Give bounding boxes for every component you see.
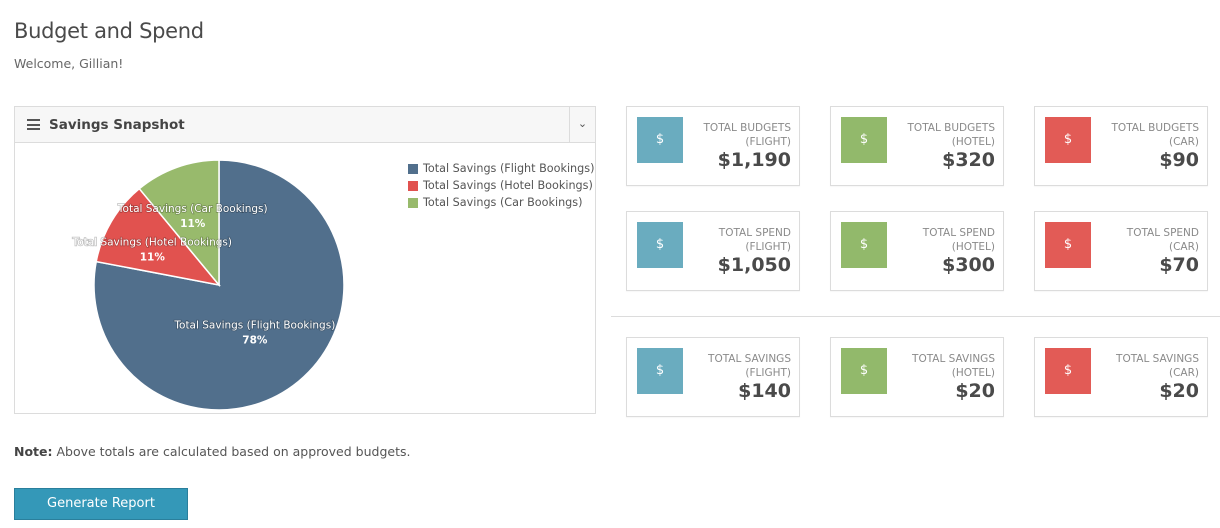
legend-item-flight[interactable]: Total Savings (Flight Bookings) bbox=[408, 160, 594, 177]
welcome-message: Welcome, Gillian! bbox=[14, 56, 124, 71]
card-value: $1,050 bbox=[717, 254, 791, 276]
panel-title: Savings Snapshot bbox=[49, 117, 185, 133]
pie-percent-flight: 78% bbox=[242, 334, 268, 346]
card-label: TOTAL BUDGETS (FLIGHT) bbox=[703, 122, 791, 148]
card-label: TOTAL BUDGETS (HOTEL) bbox=[907, 122, 995, 148]
card-total-savings-car: $ TOTAL SAVINGS (CAR) $20 bbox=[1034, 337, 1208, 417]
card-total-budgets-car: $ TOTAL BUDGETS (CAR) $90 bbox=[1034, 106, 1208, 186]
panel-header: Savings Snapshot ⌄ bbox=[15, 107, 595, 143]
dollar-icon: $ bbox=[841, 117, 887, 163]
card-label: TOTAL BUDGETS (CAR) bbox=[1111, 122, 1199, 148]
dollar-icon: $ bbox=[637, 348, 683, 394]
card-label: TOTAL SPEND (HOTEL) bbox=[922, 227, 995, 253]
legend-swatch-car bbox=[408, 197, 418, 208]
hamburger-menu-icon[interactable] bbox=[27, 119, 40, 130]
legend-item-hotel[interactable]: Total Savings (Hotel Bookings) bbox=[408, 177, 594, 194]
section-divider bbox=[611, 316, 1220, 317]
card-total-spend-flight: $ TOTAL SPEND (FLIGHT) $1,050 bbox=[626, 211, 800, 291]
dollar-icon: $ bbox=[1045, 117, 1091, 163]
pie-label-hotel: Total Savings (Hotel Bookings) bbox=[72, 237, 232, 249]
card-total-spend-hotel: $ TOTAL SPEND (HOTEL) $300 bbox=[830, 211, 1004, 291]
card-label: TOTAL SAVINGS (FLIGHT) bbox=[708, 353, 791, 379]
legend-label-car: Total Savings (Car Bookings) bbox=[423, 196, 583, 209]
legend-swatch-flight bbox=[408, 163, 418, 174]
note-text: Above totals are calculated based on app… bbox=[52, 444, 411, 459]
pie-percent-hotel: 11% bbox=[140, 252, 166, 264]
panel-collapse-button[interactable]: ⌄ bbox=[569, 107, 595, 142]
card-value: $70 bbox=[1159, 254, 1199, 276]
chart-legend: Total Savings (Flight Bookings) Total Sa… bbox=[408, 160, 594, 211]
dollar-icon: $ bbox=[841, 348, 887, 394]
card-total-spend-car: $ TOTAL SPEND (CAR) $70 bbox=[1034, 211, 1208, 291]
card-value: $140 bbox=[738, 380, 791, 402]
pie-label-flight: Total Savings (Flight Bookings) bbox=[173, 319, 335, 331]
legend-label-flight: Total Savings (Flight Bookings) bbox=[423, 162, 595, 175]
dollar-icon: $ bbox=[1045, 222, 1091, 268]
page-title: Budget and Spend bbox=[14, 19, 204, 43]
card-total-budgets-hotel: $ TOTAL BUDGETS (HOTEL) $320 bbox=[830, 106, 1004, 186]
card-value: $1,190 bbox=[717, 149, 791, 171]
savings-snapshot-panel: Savings Snapshot ⌄ Total Savings (Flight… bbox=[14, 106, 596, 414]
card-label: TOTAL SPEND (FLIGHT) bbox=[718, 227, 791, 253]
pie-chart-svg: Total Savings (Flight Bookings) 78% Total … bbox=[71, 159, 345, 411]
card-value: $320 bbox=[942, 149, 995, 171]
legend-swatch-hotel bbox=[408, 180, 418, 191]
legend-item-car[interactable]: Total Savings (Car Bookings) bbox=[408, 194, 594, 211]
card-label: TOTAL SAVINGS (CAR) bbox=[1116, 353, 1199, 379]
generate-report-button[interactable]: Generate Report bbox=[14, 488, 188, 520]
card-value: $90 bbox=[1159, 149, 1199, 171]
card-total-budgets-flight: $ TOTAL BUDGETS (FLIGHT) $1,190 bbox=[626, 106, 800, 186]
note-label: Note: bbox=[14, 444, 53, 459]
dollar-icon: $ bbox=[637, 222, 683, 268]
dollar-icon: $ bbox=[841, 222, 887, 268]
legend-label-hotel: Total Savings (Hotel Bookings) bbox=[423, 179, 593, 192]
pie-label-car: Total Savings (Car Bookings) bbox=[117, 203, 268, 215]
chevron-down-icon: ⌄ bbox=[577, 117, 588, 130]
dollar-icon: $ bbox=[637, 117, 683, 163]
card-label: TOTAL SAVINGS (HOTEL) bbox=[912, 353, 995, 379]
card-label: TOTAL SPEND (CAR) bbox=[1126, 227, 1199, 253]
pie-percent-car: 11% bbox=[180, 218, 206, 230]
dollar-icon: $ bbox=[1045, 348, 1091, 394]
card-total-savings-flight: $ TOTAL SAVINGS (FLIGHT) $140 bbox=[626, 337, 800, 417]
card-value: $20 bbox=[955, 380, 995, 402]
card-value: $300 bbox=[942, 254, 995, 276]
approved-budgets-note: Note: Above totals are calculated based … bbox=[14, 444, 410, 459]
savings-pie-chart: Total Savings (Flight Bookings) 78% Total … bbox=[15, 143, 595, 413]
card-value: $20 bbox=[1159, 380, 1199, 402]
card-total-savings-hotel: $ TOTAL SAVINGS (HOTEL) $20 bbox=[830, 337, 1004, 417]
